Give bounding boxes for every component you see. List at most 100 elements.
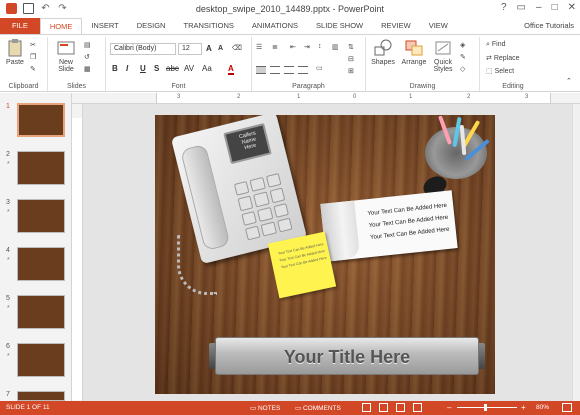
phone-screen-text[interactable]: Callers Name Here: [230, 128, 267, 154]
zoom-slider[interactable]: [457, 407, 517, 408]
account-name[interactable]: Office Tutorials: [524, 18, 574, 34]
bullets-icon[interactable]: ☰: [256, 43, 262, 51]
slide-sorter-icon[interactable]: [379, 403, 388, 412]
tab-home[interactable]: HOME: [39, 17, 83, 35]
zoom-in-button[interactable]: +: [521, 403, 526, 412]
layout-icon[interactable]: ▤: [84, 41, 91, 49]
paste-button[interactable]: Paste: [4, 39, 26, 66]
shadow-button[interactable]: S: [154, 64, 159, 73]
help-icon[interactable]: ?: [501, 2, 507, 13]
tab-slide-show[interactable]: SLIDE SHOW: [307, 18, 372, 34]
tab-animations[interactable]: ANIMATIONS: [243, 18, 307, 34]
section-icon[interactable]: ▦: [84, 65, 91, 73]
align-right-icon[interactable]: [284, 66, 294, 74]
close-icon[interactable]: ✕: [568, 2, 576, 13]
maximize-icon[interactable]: □: [552, 2, 558, 13]
quick-styles-button[interactable]: Quick Styles: [430, 39, 456, 73]
reset-icon[interactable]: ↺: [84, 53, 90, 61]
paper-text-line[interactable]: Your Text Can Be Added Here: [370, 227, 450, 241]
columns-icon[interactable]: ▥: [332, 43, 339, 51]
new-slide-button[interactable]: New Slide: [54, 39, 78, 73]
slide-thumbnail-4[interactable]: [17, 247, 65, 281]
copy-icon[interactable]: ❐: [30, 53, 36, 61]
arrange-button[interactable]: Arrange: [400, 39, 428, 66]
numbering-icon[interactable]: ≣: [272, 43, 278, 51]
slide-thumbnail-2[interactable]: [17, 151, 65, 185]
slide-thumbnail-1[interactable]: [17, 103, 65, 137]
font-group: Calibri (Body) 12 A A ⌫ B I U S abc AV A…: [106, 37, 252, 91]
smartart-icon[interactable]: ⊞: [348, 67, 354, 75]
align-text-icon[interactable]: ⊟: [348, 55, 354, 63]
char-spacing-button[interactable]: AV: [184, 64, 194, 73]
paper-text-line[interactable]: Your Text Can Be Added Here: [367, 203, 447, 217]
slide-canvas[interactable]: Callers Name Here Your Text Can Be Added…: [155, 115, 495, 394]
collapse-ribbon-icon[interactable]: ⌃: [566, 77, 572, 85]
bold-button[interactable]: B: [112, 64, 118, 73]
line-spacing-icon[interactable]: ↕: [318, 43, 322, 50]
minimize-icon[interactable]: –: [536, 2, 542, 13]
tab-review[interactable]: REVIEW: [372, 18, 420, 34]
change-case-button[interactable]: Aa: [202, 64, 212, 73]
vertical-scrollbar[interactable]: [572, 104, 580, 401]
shape-fill-icon[interactable]: ◈: [460, 41, 465, 49]
shapes-button[interactable]: Shapes: [370, 39, 396, 66]
select-icon: ⬚: [486, 68, 495, 75]
phone-keypad: [233, 172, 293, 241]
decrease-indent-icon[interactable]: ⇤: [290, 43, 296, 51]
tab-design[interactable]: DESIGN: [128, 18, 175, 34]
strikethrough-button[interactable]: abc: [166, 64, 179, 73]
zoom-level[interactable]: 80%: [536, 404, 549, 411]
thumb-number: 7: [6, 391, 10, 398]
tab-file[interactable]: FILE: [0, 18, 40, 34]
shrink-font-button[interactable]: A: [218, 45, 223, 52]
slide-thumbnail-7[interactable]: [17, 391, 65, 401]
arrange-icon: [405, 40, 423, 56]
select-button[interactable]: ⬚ Select: [486, 67, 514, 75]
underline-button[interactable]: U: [140, 64, 146, 73]
slide-thumbnail-3[interactable]: [17, 199, 65, 233]
comments-button[interactable]: ▭ COMMENTS: [295, 404, 341, 412]
ribbon-display-icon[interactable]: ▭: [517, 2, 526, 13]
slide-thumbnails-panel: 1 2 * 3 * 4 * 5 * 6 * 7: [0, 93, 72, 401]
slide-thumbnail-6[interactable]: [17, 343, 65, 377]
normal-view-icon[interactable]: [362, 403, 371, 412]
sticky-note[interactable]: Your Text Can Be Added Here Your Text Ca…: [267, 231, 337, 299]
shapes-icon: [374, 39, 392, 56]
italic-button[interactable]: I: [126, 64, 128, 73]
text-direction-icon[interactable]: ⇅: [348, 43, 354, 51]
font-size-select[interactable]: 12: [178, 43, 202, 55]
find-button[interactable]: ⌕ Find: [486, 41, 506, 49]
shape-outline-icon[interactable]: ✎: [460, 53, 466, 61]
slide-title[interactable]: Your Title Here: [216, 347, 478, 368]
tab-transitions[interactable]: TRANSITIONS: [174, 18, 242, 34]
fit-to-window-icon[interactable]: [562, 403, 572, 412]
increase-indent-icon[interactable]: ⇥: [304, 43, 310, 51]
font-color-button[interactable]: A: [228, 64, 234, 75]
align-left-icon[interactable]: [256, 66, 266, 74]
replace-button[interactable]: ⇄ Replace: [486, 54, 520, 62]
zoom-slider-thumb[interactable]: [484, 404, 487, 411]
justify-icon[interactable]: [298, 66, 308, 74]
font-family-select[interactable]: Calibri (Body): [110, 43, 176, 55]
clear-format-icon[interactable]: ⌫: [232, 44, 242, 52]
notes-button[interactable]: ▭ NOTES: [250, 404, 280, 412]
ruler-tick: 3: [525, 94, 529, 100]
slideshow-icon[interactable]: [413, 403, 422, 412]
document-title: desktop_swipe_2010_14489.pptx - PowerPoi…: [195, 4, 385, 14]
shape-effects-icon[interactable]: ◇: [460, 65, 465, 73]
title-placeholder[interactable]: Your Title Here: [215, 337, 479, 375]
reading-view-icon[interactable]: [396, 403, 405, 412]
font-label: Font: [171, 83, 186, 90]
format-painter-icon[interactable]: ✎: [30, 65, 36, 73]
paper-text-line[interactable]: Your Text Can Be Added Here: [369, 215, 449, 229]
align-center-icon[interactable]: [270, 66, 280, 74]
text-box-columns-icon[interactable]: ▭: [316, 64, 323, 72]
grow-font-button[interactable]: A: [206, 44, 212, 53]
cut-icon[interactable]: ✂: [30, 41, 36, 49]
slide-thumbnail-5[interactable]: [17, 295, 65, 329]
tab-insert[interactable]: INSERT: [82, 18, 127, 34]
quick-styles-label-2: Styles: [433, 66, 453, 73]
zoom-out-button[interactable]: –: [447, 403, 451, 412]
title-bar: ↶ ↷ desktop_swipe_2010_14489.pptx - Powe…: [0, 0, 580, 18]
tab-view[interactable]: VIEW: [420, 18, 457, 34]
